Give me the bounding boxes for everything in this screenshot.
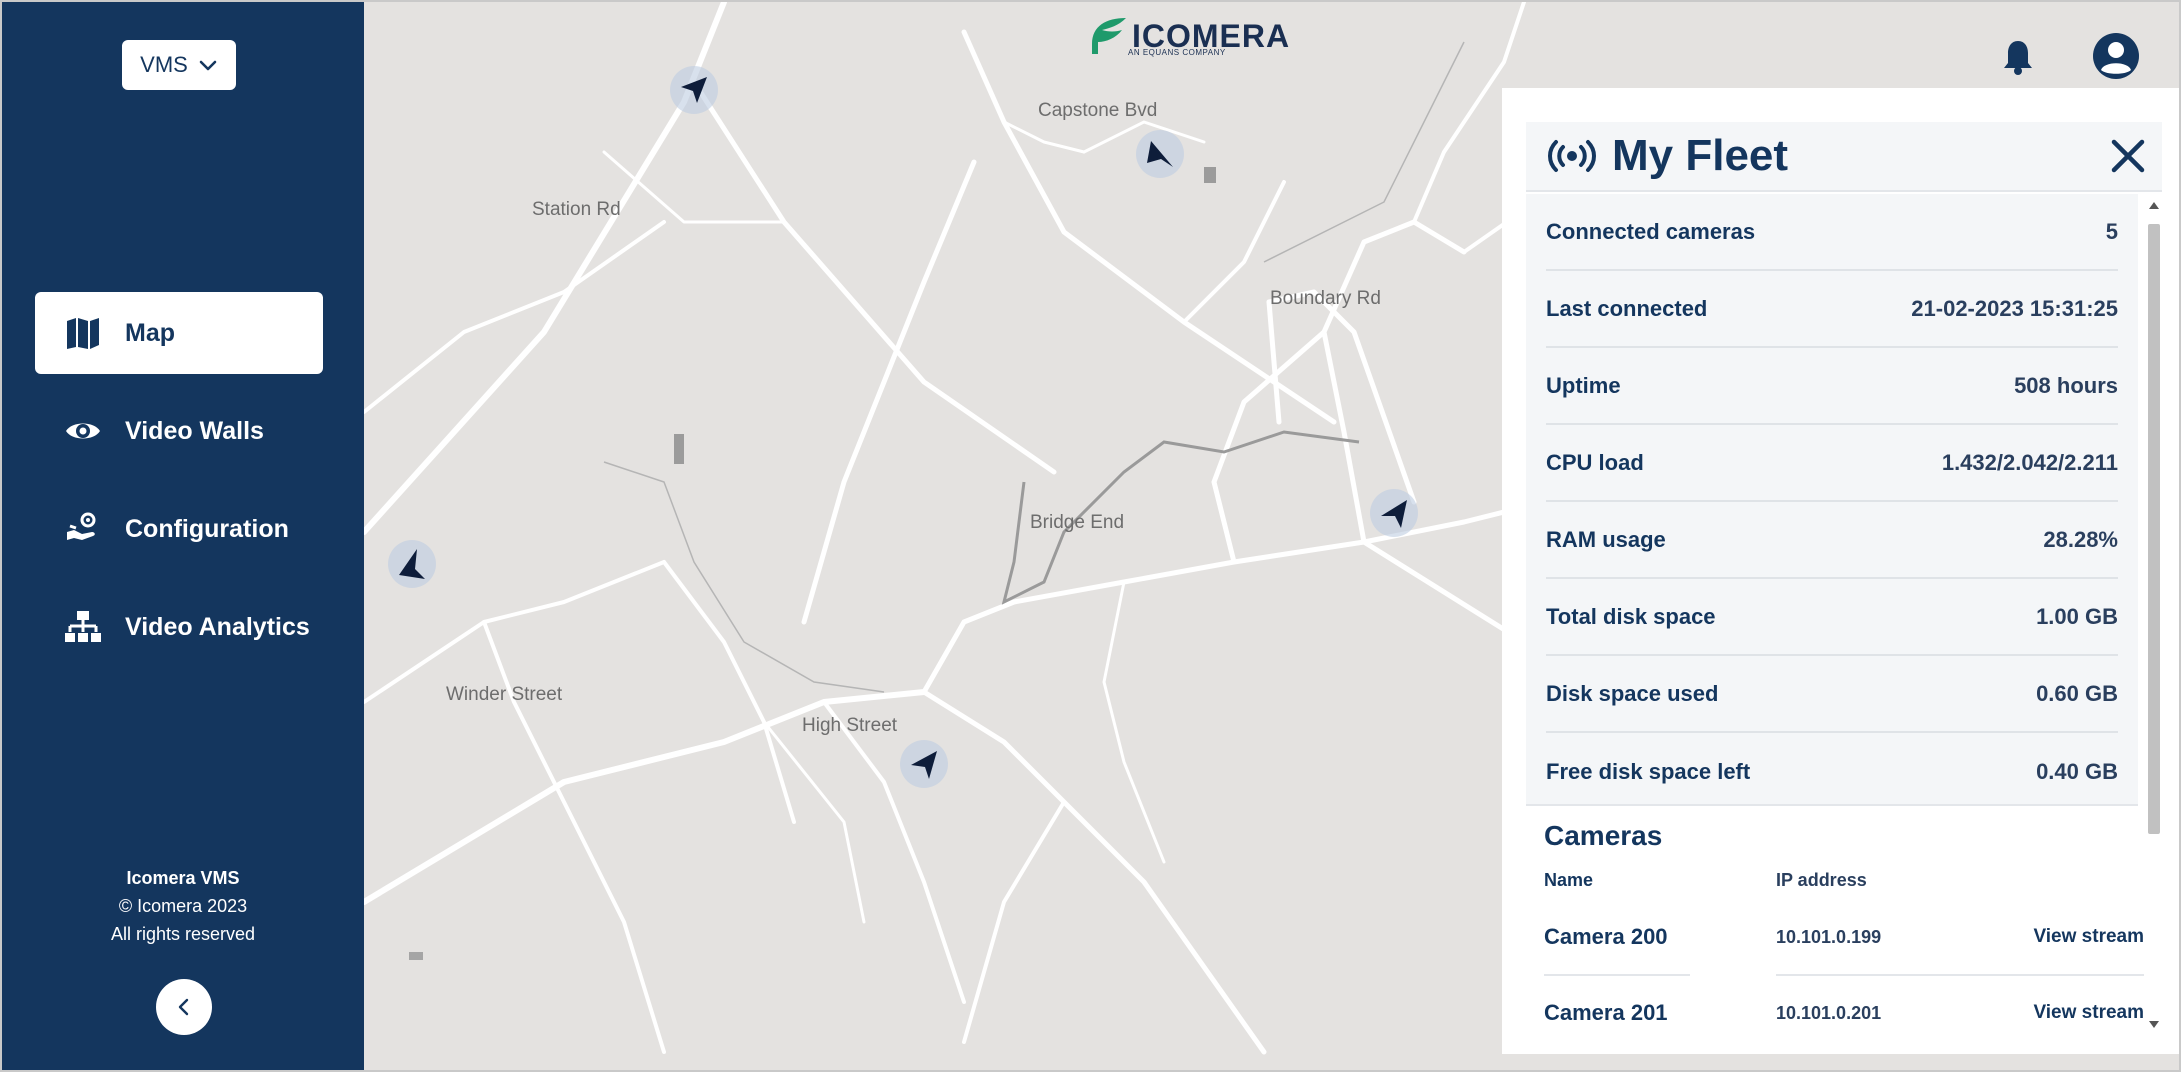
vehicle-marker[interactable]	[388, 540, 436, 588]
nav-item-map-label: Map	[125, 318, 175, 347]
app-window: VMS Map Video Walls Configuration Video …	[0, 0, 2181, 1072]
fleet-panel-content: My Fleet Connected cameras 5 Last connect…	[1526, 122, 2162, 1042]
stat-row: RAM usage 28.28%	[1546, 502, 2118, 579]
navigation-arrow-icon	[1381, 500, 1407, 528]
stat-row: Uptime 508 hours	[1546, 348, 2118, 425]
fleet-panel-header: My Fleet	[1526, 122, 2162, 192]
navigation-arrow-icon	[681, 77, 707, 103]
main-nav: Map Video Walls Configuration Video Anal…	[35, 292, 323, 684]
nav-item-video-analytics[interactable]: Video Analytics	[35, 586, 323, 668]
sidebar-footer: Icomera VMS © Icomera 2023 All rights re…	[2, 864, 364, 948]
app-switcher-dropdown[interactable]: VMS	[122, 40, 236, 90]
stat-label: Free disk space left	[1546, 758, 1751, 784]
sidebar: VMS Map Video Walls Configuration Video …	[2, 2, 364, 1070]
stat-row: CPU load 1.432/2.042/2.211	[1546, 425, 2118, 502]
stat-label: Uptime	[1546, 372, 1621, 398]
collapse-sidebar-button[interactable]	[156, 979, 212, 1035]
scrollbar-thumb[interactable]	[2148, 224, 2160, 834]
vehicle-marker[interactable]	[1370, 489, 1418, 537]
cameras-table-header: Name IP address	[1544, 870, 2144, 900]
stat-value: 0.40 GB	[2036, 758, 2118, 784]
fleet-panel-title-text: My Fleet	[1612, 131, 1789, 180]
street-label: Winder Street	[446, 684, 563, 705]
camera-name: Camera 200	[1544, 924, 1668, 949]
camera-name: Camera 201	[1544, 1000, 1668, 1025]
nav-item-map[interactable]: Map	[35, 292, 323, 374]
vehicle-marker[interactable]	[1136, 130, 1184, 178]
street-label: Bridge End	[1030, 512, 1125, 533]
stat-value: 508 hours	[2014, 372, 2118, 398]
panel-scrollbar[interactable]	[2146, 194, 2162, 1034]
stat-value: 5	[2105, 218, 2118, 244]
stat-label: RAM usage	[1546, 526, 1666, 552]
camera-row: Camera 200 10.101.0.199 View stream	[1544, 900, 2144, 974]
logo-tagline: AN EQUANS COMPANY	[1128, 48, 1226, 57]
user-circle-icon[interactable]	[2092, 32, 2140, 80]
stat-label: Disk space used	[1546, 680, 1719, 706]
vehicle-marker[interactable]	[670, 66, 718, 114]
icomera-logo: ICOMERA AN EQUANS COMPANY	[1088, 14, 1290, 58]
nav-item-configuration[interactable]: Configuration	[35, 488, 323, 570]
stat-value: 1.432/2.042/2.211	[1941, 449, 2118, 475]
stat-label: Connected cameras	[1546, 218, 1756, 244]
hierarchy-icon	[63, 607, 103, 647]
stat-value: 1.00 GB	[2036, 603, 2118, 629]
configuration-icon	[63, 509, 103, 549]
fleet-panel: My Fleet Connected cameras 5 Last connect…	[1502, 88, 2179, 1054]
scroll-up-icon[interactable]	[2149, 202, 2159, 209]
stat-row: Connected cameras 5	[1546, 194, 2118, 271]
stat-value: 21-02-2023 15:31:25	[1911, 295, 2118, 321]
app-switcher-label: VMS	[140, 52, 188, 77]
stat-value: 28.28%	[2043, 526, 2118, 552]
close-icon[interactable]	[2108, 136, 2148, 176]
map-icon	[63, 313, 103, 353]
footer-rights: All rights reserved	[110, 924, 256, 944]
stat-label: CPU load	[1546, 449, 1644, 475]
row-divider	[1544, 974, 2144, 976]
street-label: Capstone Bvd	[1038, 100, 1158, 121]
column-header-name: Name	[1544, 870, 1594, 890]
column-header-ip: IP address	[1776, 870, 1867, 890]
navigation-arrow-icon	[1147, 141, 1173, 167]
chevron-left-icon	[178, 998, 189, 1016]
camera-row: Camera 201 10.101.0.201 View stream	[1544, 976, 2144, 1050]
navigation-arrow-icon	[399, 549, 425, 579]
nav-item-video-analytics-label: Video Analytics	[125, 612, 310, 641]
camera-ip: 10.101.0.201	[1776, 1002, 1882, 1023]
street-label: Boundary Rd	[1270, 288, 1381, 309]
stat-row: Total disk space 1.00 GB	[1546, 579, 2118, 656]
cameras-section: Cameras Name IP address Camera 200 10.10…	[1544, 820, 2144, 1050]
bell-icon[interactable]	[2001, 38, 2035, 76]
stat-row: Free disk space left 0.40 GB	[1546, 733, 2118, 810]
navigation-arrow-icon	[911, 751, 937, 779]
fleet-panel-title: My Fleet	[1546, 131, 1788, 181]
view-stream-link[interactable]: View stream	[2022, 1002, 2144, 1024]
broadcast-icon	[1548, 140, 1596, 172]
nav-item-configuration-label: Configuration	[125, 514, 289, 543]
stat-value: 0.60 GB	[2036, 680, 2118, 706]
street-label: Station Rd	[532, 199, 621, 220]
footer-copyright: © Icomera 2023	[118, 896, 248, 916]
eye-icon	[63, 411, 103, 451]
stat-row: Disk space used 0.60 GB	[1546, 656, 2118, 733]
street-label: High Street	[802, 715, 898, 736]
nav-item-video-walls-label: Video Walls	[125, 416, 264, 445]
stat-label: Total disk space	[1546, 603, 1716, 629]
footer-brand: Icomera VMS	[126, 868, 240, 888]
chevron-down-icon	[199, 60, 217, 71]
vehicle-marker[interactable]	[900, 740, 948, 788]
icomera-leaf-icon	[1092, 18, 1126, 54]
fleet-stats: Connected cameras 5 Last connected 21-02-2…	[1526, 194, 2138, 806]
view-stream-link[interactable]: View stream	[2022, 926, 2144, 948]
scroll-down-icon[interactable]	[2149, 1021, 2159, 1028]
stat-label: Last connected	[1546, 295, 1708, 321]
nav-item-video-walls[interactable]: Video Walls	[35, 390, 323, 472]
stat-row: Last connected 21-02-2023 15:31:25	[1546, 271, 2118, 348]
camera-ip: 10.101.0.199	[1776, 926, 1882, 947]
cameras-heading: Cameras	[1544, 820, 1663, 851]
